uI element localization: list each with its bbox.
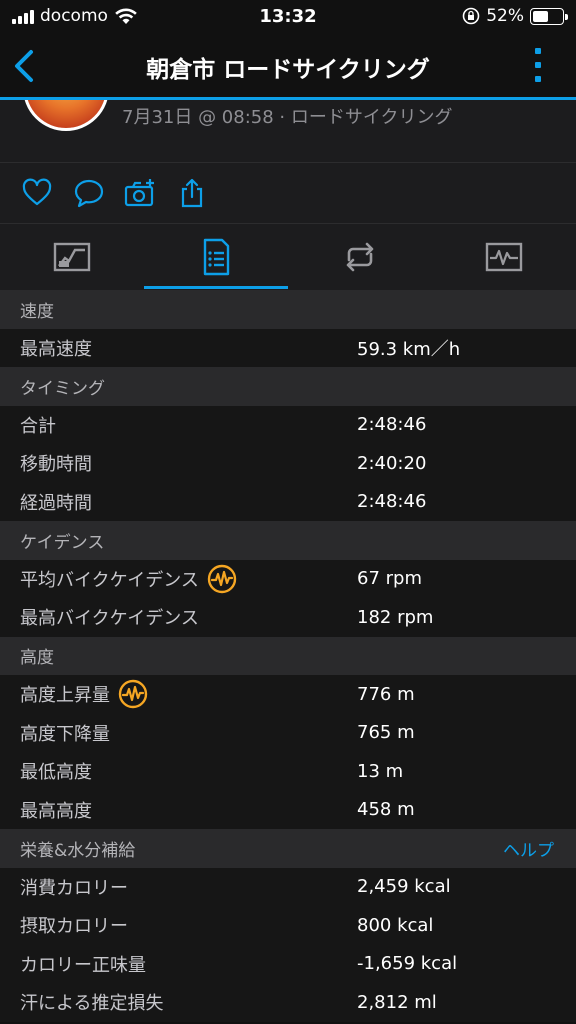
stat-row: 汗による推定損失 2,812 ml: [0, 983, 576, 1022]
share-icon[interactable]: [176, 177, 208, 209]
stat-row: 消費カロリー 2,459 kcal: [0, 867, 576, 906]
stat-label-wrap: 摂取カロリー: [20, 912, 128, 938]
stat-label: 最高バイクケイデンス: [20, 608, 199, 630]
stat-label-wrap: 移動時間: [20, 450, 92, 476]
active-tab-indicator: [144, 286, 288, 289]
stat-label: 経過時間: [20, 492, 92, 514]
stat-label-wrap: 最高高度: [20, 797, 92, 823]
stat-label: 最高高度: [20, 800, 92, 822]
tab-graphs[interactable]: [432, 224, 576, 290]
status-right: 52%: [462, 6, 568, 26]
stat-row: 最高高度 458 m: [0, 790, 576, 829]
battery-percent: 52%: [486, 6, 524, 26]
stat-value: 800 kcal: [357, 914, 434, 936]
stat-label: カロリー正味量: [20, 954, 146, 976]
stat-row: 移動時間 2:40:20: [0, 444, 576, 483]
stat-label-wrap: 合計: [20, 412, 56, 438]
stat-value: 765 m: [357, 722, 415, 744]
stat-label-wrap: 平均バイクケイデンス: [20, 564, 237, 594]
section-title: 栄養&水分補給: [20, 840, 136, 861]
stat-label-wrap: 消費カロリー: [20, 874, 128, 900]
comment-bubble-icon[interactable]: [73, 177, 105, 209]
like-heart-icon[interactable]: [21, 177, 53, 209]
stats-list: 速度最高速度 59.3 km／h タイミング合計 2:48:46 移動時間 2:40:20…: [0, 290, 576, 1022]
stat-label: 最高速度: [20, 338, 92, 360]
stat-row: 摂取カロリー 800 kcal: [0, 906, 576, 945]
stat-value: -1,659 kcal: [357, 953, 458, 975]
section-header: タイミング: [0, 367, 576, 406]
section-title: ケイデンス: [20, 532, 105, 553]
stat-value: 2:48:46: [357, 491, 427, 513]
section-header: ケイデンス: [0, 521, 576, 560]
battery-icon: [530, 7, 568, 25]
stat-value: 2:40:20: [357, 452, 427, 474]
stat-label-wrap: カロリー正味量: [20, 951, 146, 977]
stat-value: 2,459 kcal: [357, 876, 451, 898]
stat-label: 最低高度: [20, 762, 92, 784]
stat-value: 2,812 ml: [357, 991, 437, 1013]
stat-label-wrap: 最高バイクケイデンス: [20, 604, 199, 630]
stat-label: 消費カロリー: [20, 877, 128, 899]
stat-label-wrap: 最低高度: [20, 758, 92, 784]
stat-label-wrap: 最高速度: [20, 335, 92, 361]
stat-row: 最低高度 13 m: [0, 752, 576, 791]
tab-details[interactable]: [144, 224, 288, 290]
stat-label-wrap: 経過時間: [20, 489, 92, 515]
stat-label-wrap: 高度上昇量: [20, 679, 148, 709]
tab-bar: [0, 224, 576, 290]
section-header: 速度: [0, 290, 576, 329]
stat-value: 182 rpm: [357, 606, 434, 628]
stat-row: 経過時間 2:48:46: [0, 482, 576, 521]
stat-label: 摂取カロリー: [20, 916, 128, 938]
stat-label: 高度上昇量: [20, 685, 110, 707]
status-bar: docomo 13:32 52%: [0, 0, 576, 34]
stat-value: 13 m: [357, 760, 404, 782]
activity-header: 7月31日 @ 08:58 · ロードサイクリング: [0, 100, 576, 162]
more-options-icon[interactable]: [534, 48, 542, 82]
tab-stats-chart[interactable]: [0, 224, 144, 290]
activity-graph-icon: [485, 242, 523, 272]
stat-label: 移動時間: [20, 454, 92, 476]
action-row: [0, 163, 576, 223]
page-title: 朝倉市 ロードサイクリング: [146, 57, 430, 83]
help-link[interactable]: ヘルプ: [503, 836, 554, 861]
stat-row: 高度上昇量 776 m: [0, 675, 576, 714]
section-title: 速度: [20, 301, 54, 322]
stat-value: 2:48:46: [357, 414, 427, 436]
document-list-icon: [203, 238, 230, 276]
stat-label-wrap: 高度下降量: [20, 720, 110, 746]
stat-value: 67 rpm: [357, 568, 422, 590]
activity-date-type: 7月31日 @ 08:58 · ロードサイクリング: [122, 107, 453, 128]
avatar[interactable]: [23, 100, 109, 131]
section-title: タイミング: [20, 378, 105, 399]
stat-value: 59.3 km／h: [357, 338, 461, 360]
stat-label: 汗による推定損失: [20, 993, 164, 1015]
stat-value: 776 m: [357, 683, 415, 705]
stat-label: 平均バイクケイデンス: [20, 569, 199, 591]
laps-loop-icon: [346, 242, 374, 272]
stat-row: 合計 2:48:46: [0, 405, 576, 444]
stat-label-wrap: 汗による推定損失: [20, 989, 163, 1015]
performance-badge-icon[interactable]: [207, 564, 237, 594]
battery-fill: [533, 10, 548, 22]
stat-row: 平均バイクケイデンス 67 rpm: [0, 559, 576, 598]
stat-row: 最高速度 59.3 km／h: [0, 328, 576, 367]
stat-row: 高度下降量 765 m: [0, 713, 576, 752]
tab-laps[interactable]: [288, 224, 432, 290]
add-photo-camera-icon[interactable]: [124, 177, 156, 209]
stat-label: 合計: [20, 415, 56, 437]
nav-bar: 朝倉市 ロードサイクリング: [0, 34, 576, 98]
performance-badge-icon[interactable]: [118, 679, 148, 709]
section-header: 栄養&水分補給 ヘルプ: [0, 829, 576, 868]
section-header: 高度: [0, 636, 576, 675]
stats-chart-icon: [53, 242, 91, 272]
stat-label: 高度下降量: [20, 723, 110, 745]
stat-row: カロリー正味量 -1,659 kcal: [0, 944, 576, 983]
stat-row: 最高バイクケイデンス 182 rpm: [0, 598, 576, 637]
rotation-lock-icon: [462, 7, 480, 25]
stat-value: 458 m: [357, 799, 415, 821]
section-title: 高度: [20, 648, 54, 669]
